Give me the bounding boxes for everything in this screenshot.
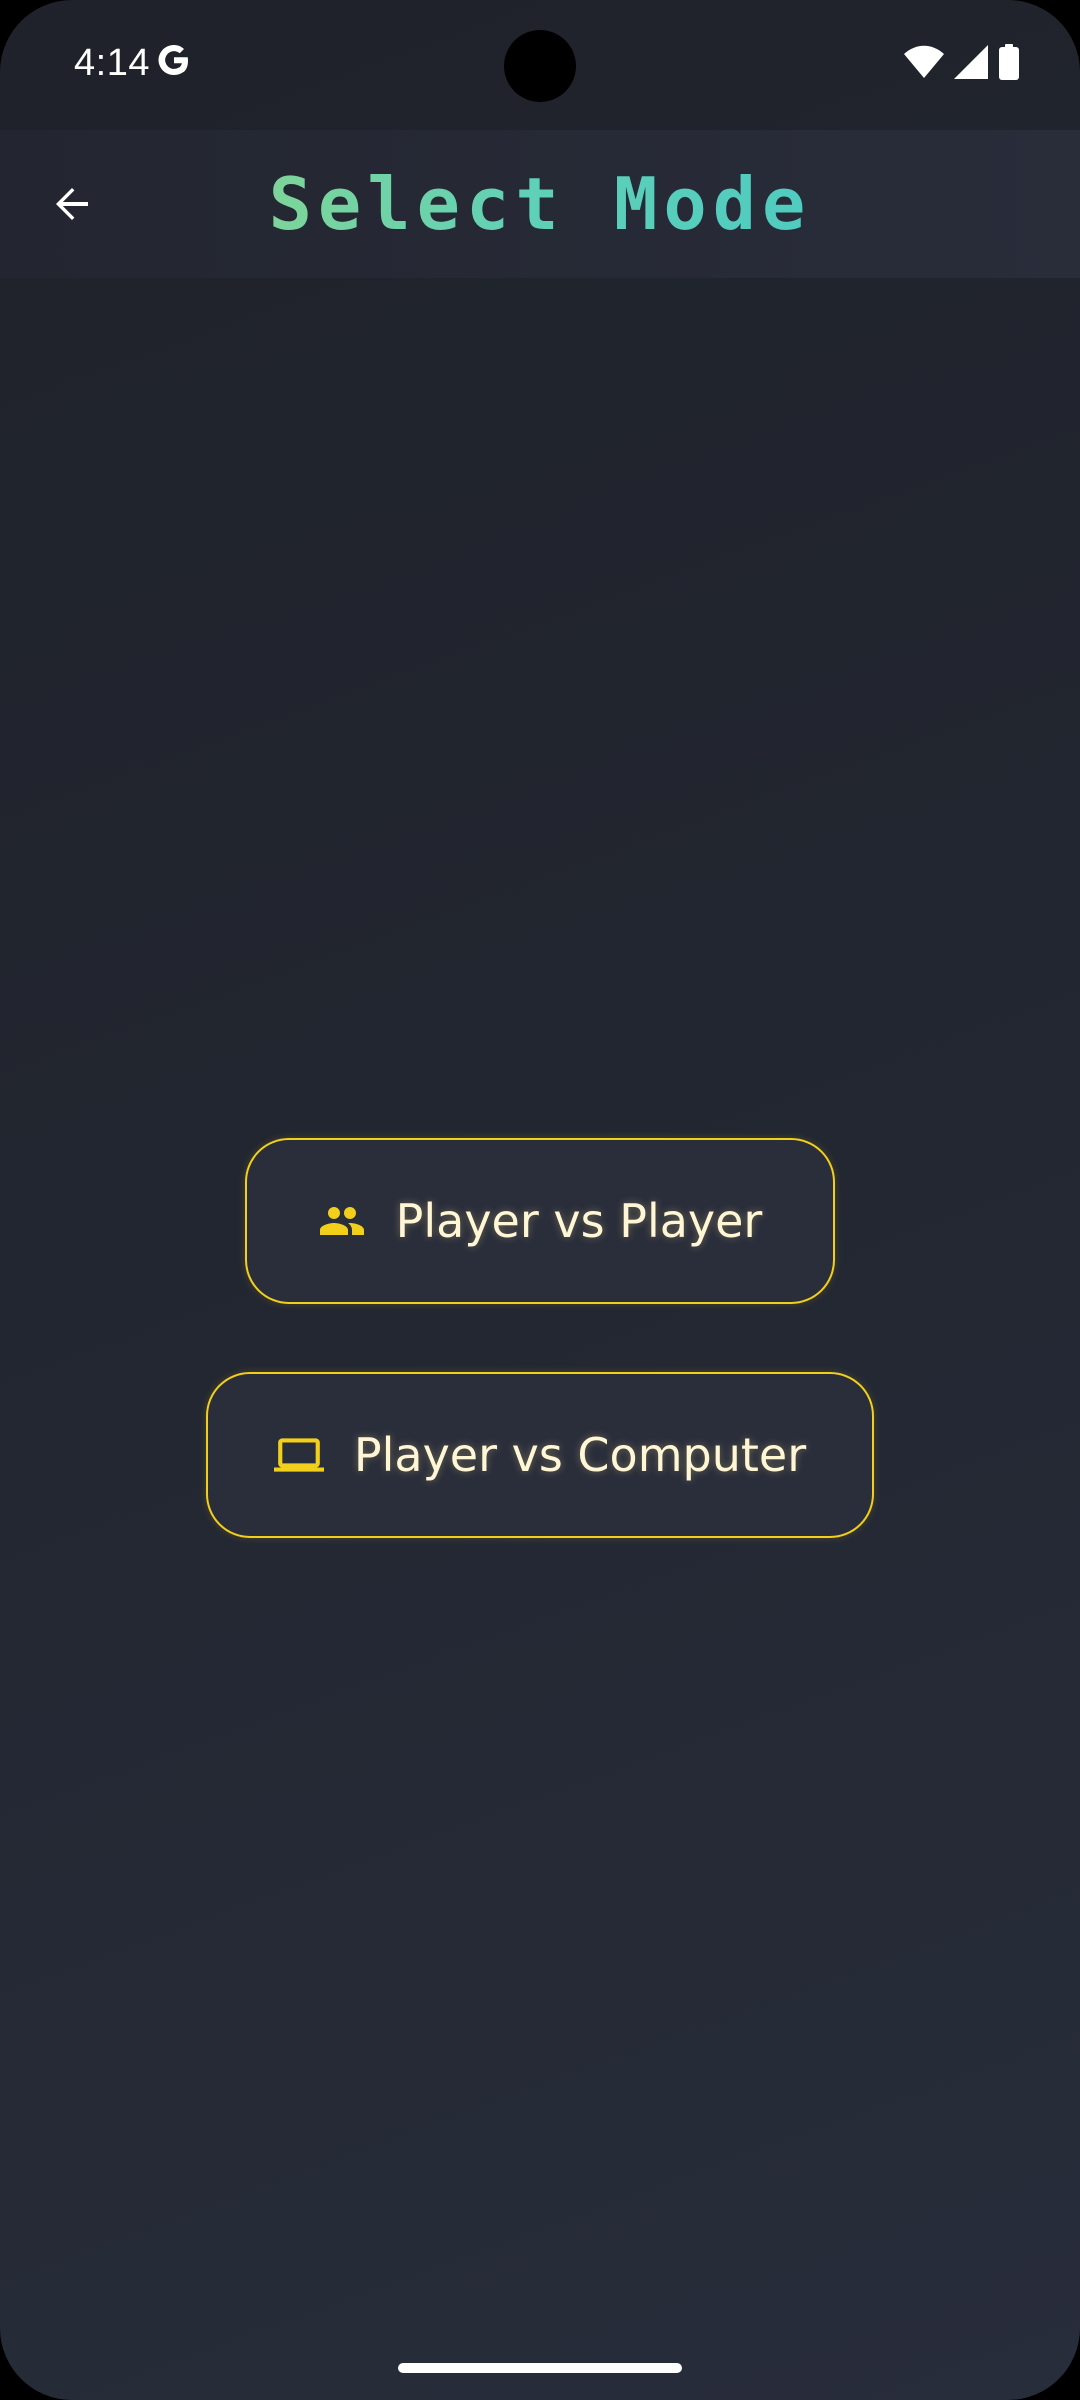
player-vs-computer-label: Player vs Computer (353, 1428, 807, 1482)
signal-icon (954, 45, 988, 79)
player-vs-player-label: Player vs Player (395, 1194, 763, 1248)
camera-cutout (504, 30, 576, 102)
player-vs-player-button[interactable]: Player vs Player (245, 1138, 835, 1304)
battery-icon (998, 44, 1020, 80)
app-bar: Select Mode (0, 130, 1080, 278)
laptop-icon (273, 1430, 324, 1480)
mode-select-screen: 4:14 Select Mode Player vs Player Player… (0, 0, 1080, 2400)
home-indicator[interactable] (398, 2363, 682, 2373)
google-g-icon (154, 40, 194, 80)
people-icon (318, 1197, 366, 1245)
status-icons (904, 44, 1020, 80)
player-vs-computer-button[interactable]: Player vs Computer (206, 1372, 874, 1538)
wifi-icon (904, 45, 944, 79)
page-title: Select Mode (0, 162, 1080, 246)
status-bar: 4:14 (0, 0, 1080, 130)
status-time: 4:14 (74, 42, 150, 84)
